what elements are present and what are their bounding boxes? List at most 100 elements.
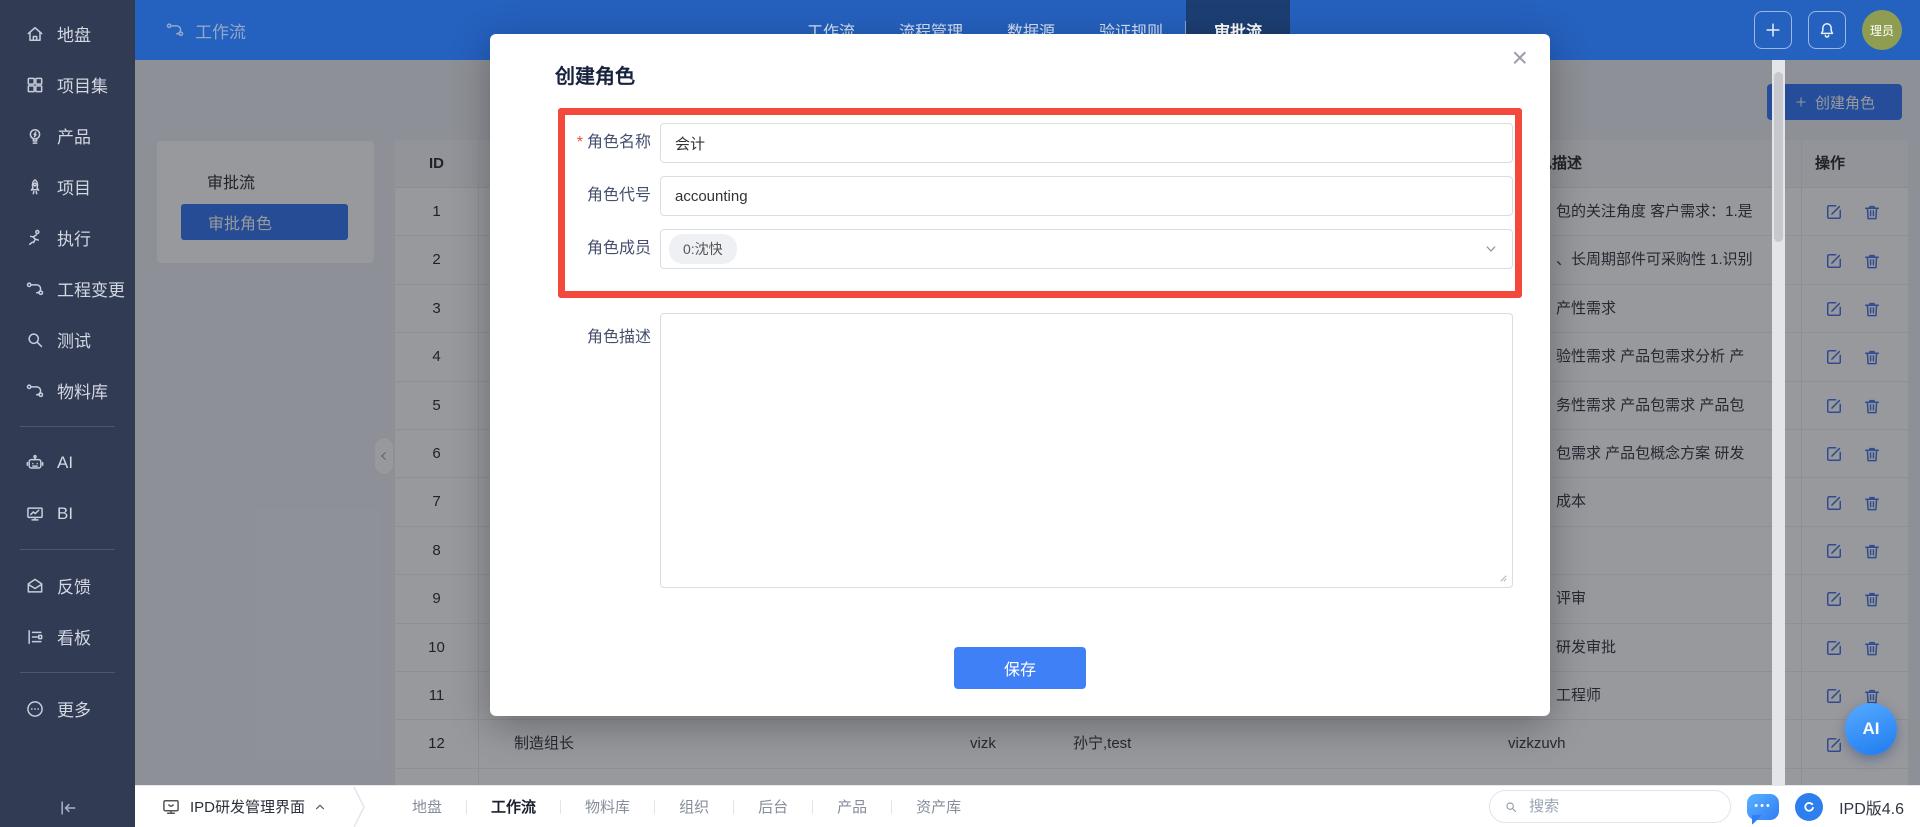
sidebar-item-5[interactable]: 工程变更 — [0, 263, 135, 314]
workflow-icon — [165, 20, 185, 40]
create-role-modal: 创建角色 × *角色名称 角色代号 角色成员 0:沈快 角色描述 保存 — [490, 34, 1550, 716]
route-icon — [25, 279, 45, 299]
sidebar-item-label: 产品 — [57, 128, 91, 147]
sidebar-item-6[interactable]: 测试 — [0, 314, 135, 365]
sidebar-item-1[interactable]: 项目集 — [0, 59, 135, 110]
role-members-select[interactable]: 0:沈快 — [660, 229, 1513, 269]
required-asterisk: * — [576, 134, 583, 151]
more-icon — [25, 699, 45, 719]
monitor-icon — [161, 797, 181, 817]
notification-button[interactable] — [1808, 11, 1846, 49]
field-role-name: * 角色名称 — [490, 123, 1550, 163]
sidebar-item-0[interactable]: 地盘 — [0, 8, 135, 59]
kanban-icon — [25, 627, 45, 647]
sidebar-divider — [20, 426, 115, 427]
bell-icon — [1817, 20, 1837, 40]
field-role-description: 角色描述 — [490, 313, 1550, 588]
sidebar-item-label: 工程变更 — [57, 281, 125, 300]
app-switcher[interactable]: IPD研发管理界面 — [161, 796, 326, 817]
collapse-icon — [58, 798, 78, 818]
sidebar-item-2[interactable]: 产品 — [0, 110, 135, 161]
bottom-right-group: ••• IPD版4.6 — [1489, 790, 1904, 825]
role-description-label: 角色描述 — [586, 329, 651, 346]
sidebar-item-label: 物料库 — [57, 383, 108, 402]
search-icon — [1504, 800, 1518, 814]
sidebar-item-label: 项目集 — [57, 77, 108, 96]
app-label: IPD研发管理界面 — [190, 799, 306, 816]
bottom-tab-4[interactable]: 后台 — [734, 796, 812, 817]
bottom-tab-2[interactable]: 物料库 — [561, 796, 654, 817]
sidebar-item-label: 测试 — [57, 332, 91, 351]
role-description-textarea[interactable] — [660, 313, 1513, 588]
sidebar-item-3[interactable]: 项目 — [0, 161, 135, 212]
swirl-icon — [1800, 798, 1818, 816]
modal-title: 创建角色 — [555, 66, 635, 88]
bottom-tabs: 地盘 工作流 物料库 组织 后台 产品 资产库 — [388, 796, 985, 817]
add-button[interactable] — [1754, 11, 1792, 49]
search-box — [1489, 790, 1732, 823]
scrollbar[interactable] — [1772, 60, 1785, 785]
version-label: IPD版4.6 — [1839, 800, 1904, 818]
run-icon — [25, 228, 45, 248]
sidebar-item-label: 反馈 — [57, 578, 91, 597]
role-members-label: 角色成员 — [586, 240, 651, 257]
role-code-input[interactable] — [660, 176, 1513, 216]
module-indicator: 工作流 — [165, 0, 246, 60]
sidebar-item-label: 执行 — [57, 230, 91, 249]
sidebar-item-12[interactable]: 更多 — [0, 683, 135, 734]
rocket-icon — [25, 177, 45, 197]
board-icon — [25, 504, 45, 524]
sidebar-item-4[interactable]: 执行 — [0, 212, 135, 263]
plus-icon — [1763, 20, 1783, 40]
sidebar-item-label: 看板 — [57, 629, 91, 648]
bottom-tab-1[interactable]: 工作流 — [467, 796, 560, 817]
bottom-tab-3[interactable]: 组织 — [655, 796, 733, 817]
sidebar-divider — [20, 672, 115, 673]
field-role-members: 角色成员 0:沈快 — [490, 229, 1550, 269]
chat-icon[interactable]: ••• — [1747, 793, 1780, 825]
sidebar-item-label: BI — [57, 503, 74, 523]
search-input[interactable] — [1527, 797, 1717, 816]
sidebar-item-7[interactable]: 物料库 — [0, 365, 135, 416]
bottom-bar: IPD研发管理界面 地盘工作流物料库组织后台产品资产库 ••• IPD版4.6 — [135, 785, 1920, 827]
sidebar-item-10[interactable]: 反馈 — [0, 560, 135, 611]
field-role-code: 角色代号 — [490, 176, 1550, 216]
bottom-tab-5[interactable]: 产品 — [813, 796, 891, 817]
scrollbar-thumb[interactable] — [1774, 72, 1783, 242]
role-name-label: * 角色名称 — [576, 134, 651, 151]
sidebar: 地盘项目集产品项目执行工程变更测试物料库 AI BI 反馈看板更多 — [0, 0, 135, 827]
route-icon — [25, 381, 45, 401]
mail-icon — [25, 576, 45, 596]
navbar-actions: 理员 — [1754, 0, 1902, 60]
bulb-icon — [25, 126, 45, 146]
sidebar-items: 地盘项目集产品项目执行工程变更测试物料库 AI BI 反馈看板更多 — [0, 8, 135, 734]
sidebar-divider — [20, 549, 115, 550]
grid-icon — [25, 75, 45, 95]
role-name-input[interactable] — [660, 123, 1513, 163]
module-label: 工作流 — [195, 22, 246, 42]
breadcrumb-separator — [352, 786, 366, 827]
save-button[interactable]: 保存 — [954, 647, 1086, 689]
ai-fab-button[interactable]: AI — [1845, 703, 1897, 755]
robot-icon — [25, 453, 45, 473]
bottom-tab-6[interactable]: 资产库 — [892, 796, 985, 817]
sidebar-item-8[interactable]: AI — [0, 437, 135, 488]
sidebar-item-9[interactable]: BI — [0, 488, 135, 539]
chevron-down-icon — [1484, 242, 1498, 256]
magnifier-icon — [25, 330, 45, 350]
sidebar-collapse-button[interactable] — [0, 798, 135, 818]
sidebar-item-11[interactable]: 看板 — [0, 611, 135, 662]
bottom-tab-0[interactable]: 地盘 — [388, 796, 466, 817]
member-tag: 0:沈快 — [669, 234, 737, 264]
avatar[interactable]: 理员 — [1862, 10, 1902, 50]
home-icon — [25, 24, 45, 44]
close-icon[interactable]: × — [1512, 44, 1528, 72]
sidebar-item-label: 项目 — [57, 179, 91, 198]
sidebar-item-label: 更多 — [57, 701, 91, 720]
role-code-label: 角色代号 — [586, 187, 651, 204]
screen: 地盘 项目集 产品 项目 执行 工程变更 测试 物料库 AI BI 反馈 看板 更多 工作流 工作流 流程… — [0, 0, 1920, 827]
sidebar-item-label: AI — [57, 452, 74, 472]
ipd-logo-icon — [1795, 792, 1824, 821]
sidebar-item-label: 地盘 — [57, 26, 91, 45]
caret-up-icon — [314, 801, 326, 813]
